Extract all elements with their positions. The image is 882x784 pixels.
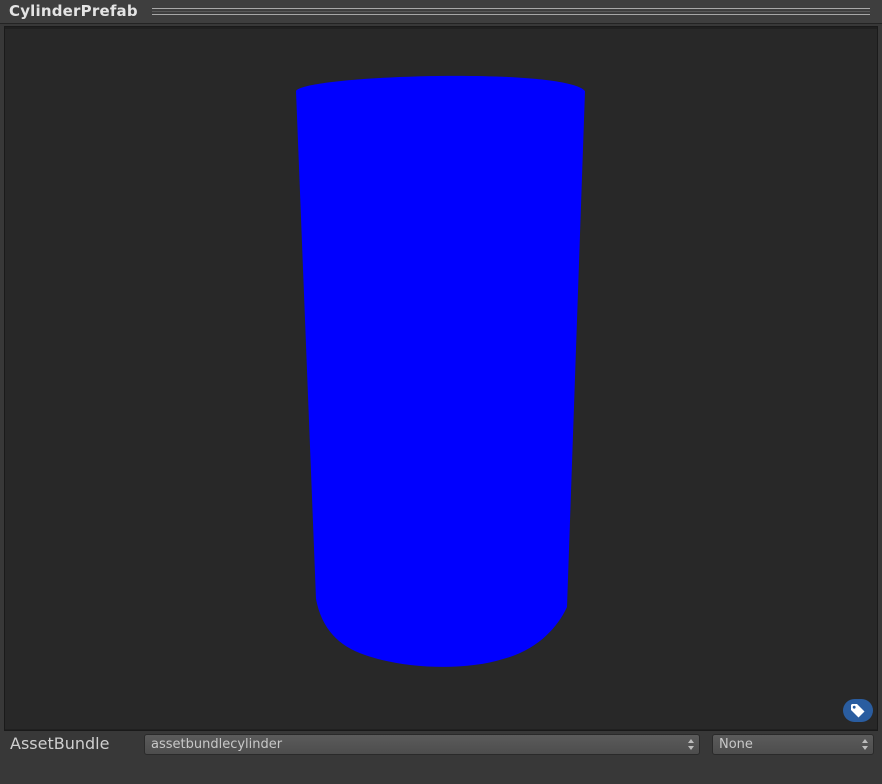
preview-title: CylinderPrefab xyxy=(9,2,138,20)
asset-bundle-variant-dropdown[interactable]: None xyxy=(712,734,874,755)
asset-bundle-bar: AssetBundle assetbundlecylinder None xyxy=(0,731,882,784)
inspector-preview-window: CylinderPrefab AssetBundle assetbundlecy… xyxy=(0,0,882,784)
asset-bundle-label: AssetBundle xyxy=(10,734,110,753)
updown-arrows-icon xyxy=(688,739,694,750)
cylinder-preview-svg xyxy=(296,75,585,667)
cylinder-mesh xyxy=(296,75,585,667)
asset-labels-button[interactable] xyxy=(843,699,873,722)
updown-arrows-icon xyxy=(862,739,868,750)
tag-icon xyxy=(851,703,865,717)
asset-bundle-name-value: assetbundlecylinder xyxy=(151,737,283,752)
drag-handle-lines[interactable] xyxy=(152,8,870,15)
asset-bundle-variant-value: None xyxy=(719,737,753,752)
asset-bundle-name-dropdown[interactable]: assetbundlecylinder xyxy=(144,734,700,755)
object-preview-viewport[interactable] xyxy=(5,29,877,729)
preview-titlebar[interactable]: CylinderPrefab xyxy=(0,0,882,24)
